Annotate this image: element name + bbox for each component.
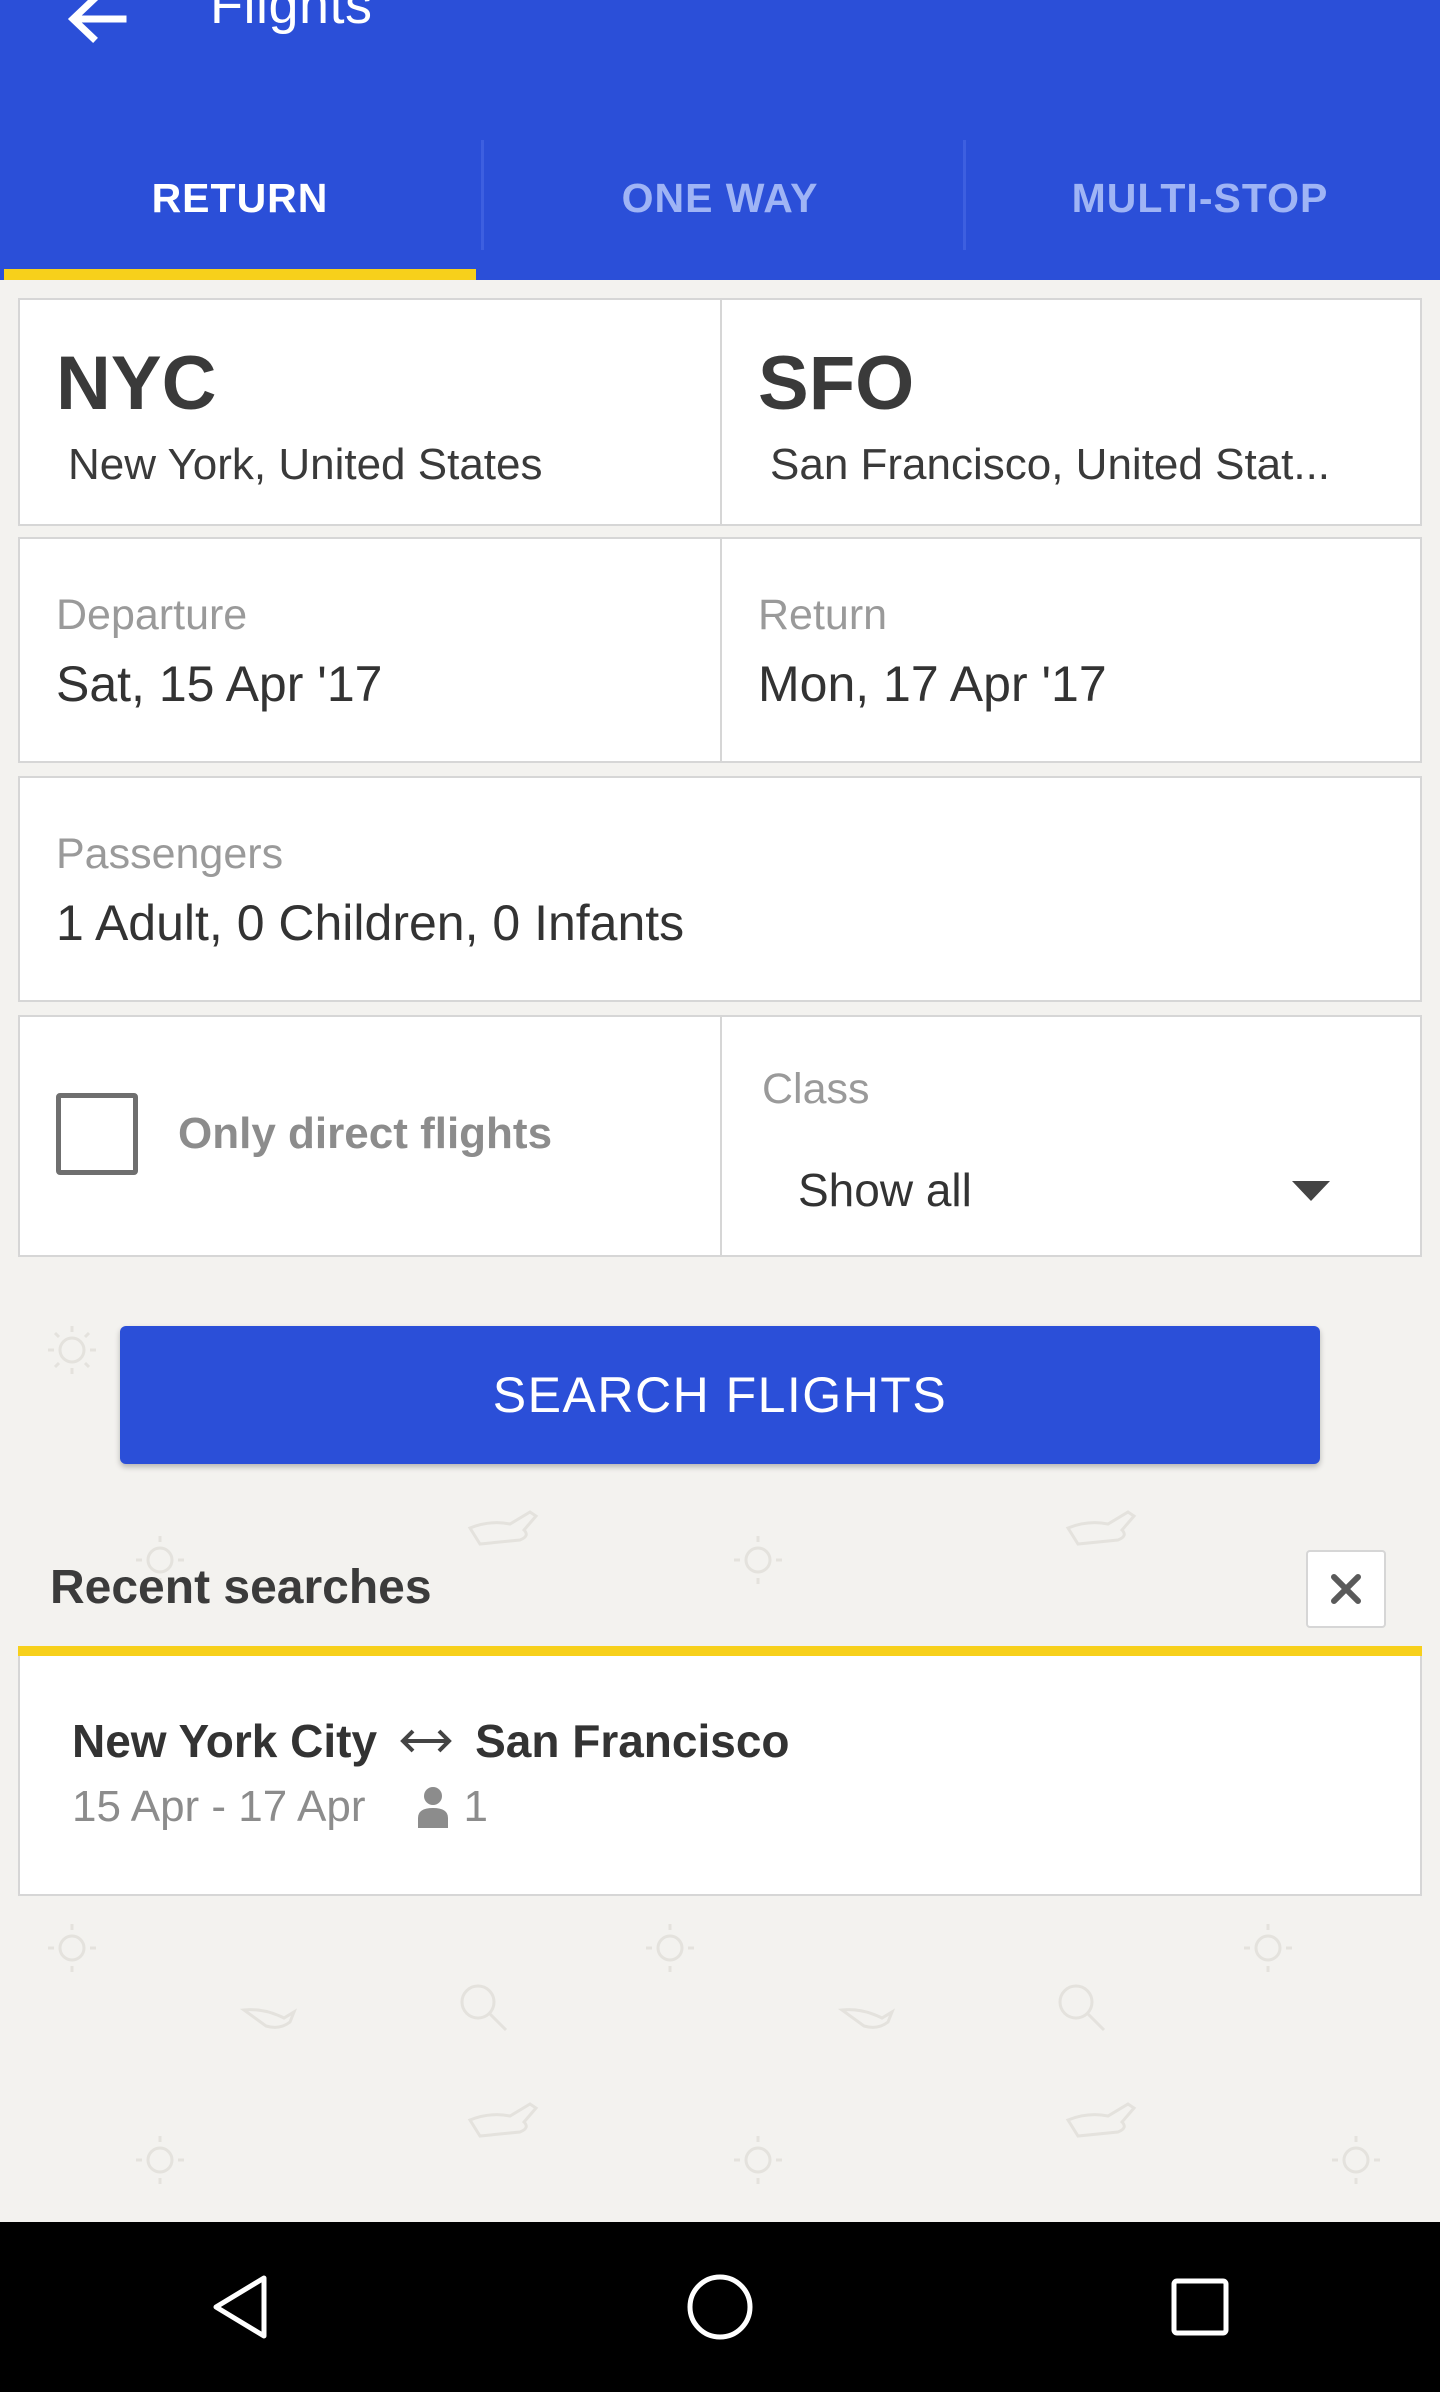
arrow-left-icon xyxy=(67,0,127,43)
plane-icon xyxy=(467,2102,539,2138)
plane-icon xyxy=(837,2008,896,2029)
options-card: Only direct flights Class Show all xyxy=(18,1015,1422,1257)
direct-flights-label: Only direct flights xyxy=(178,1109,553,1158)
page-title: Flights xyxy=(210,0,373,35)
recent-meta: 15 Apr - 17 Apr 1 xyxy=(72,1782,488,1832)
destination-code: SFO xyxy=(758,341,915,426)
trip-type-tabs: RETURN ONE WAY MULTI-STOP xyxy=(0,140,1440,280)
tab-divider xyxy=(963,140,966,250)
destination-city: San Francisco, United Stat... xyxy=(770,440,1331,489)
class-label: Class xyxy=(762,1065,870,1113)
plane-icon xyxy=(1065,2102,1137,2138)
tab-divider xyxy=(481,140,484,250)
sun-icon xyxy=(646,1924,694,1972)
departure-label: Departure xyxy=(56,591,248,639)
sun-icon xyxy=(136,2136,184,2184)
close-icon xyxy=(1331,1574,1361,1604)
magnifier-icon xyxy=(1058,1984,1106,2032)
tab-return[interactable]: RETURN xyxy=(0,140,480,280)
triangle-back-icon xyxy=(213,2275,267,2339)
system-nav-bar xyxy=(0,2222,1440,2392)
tab-multi-stop[interactable]: MULTI-STOP xyxy=(960,140,1440,280)
recent-from: New York City xyxy=(72,1715,378,1767)
sun-icon xyxy=(48,1924,96,1972)
recent-route: New York City San Francisco xyxy=(72,1714,790,1768)
plane-icon xyxy=(239,2008,298,2029)
system-recents-button[interactable] xyxy=(960,2222,1440,2392)
app-header: Flights RETURN ONE WAY MULTI-STOP xyxy=(0,0,1440,280)
recent-passengers: 1 xyxy=(463,1782,489,1831)
sun-icon xyxy=(48,1326,96,1374)
dropdown-arrow-icon xyxy=(1292,1181,1330,1201)
plane-icon xyxy=(1065,1510,1137,1546)
passengers-selector[interactable]: Passengers 1 Adult, 0 Children, 0 Infant… xyxy=(18,776,1422,1002)
sun-icon xyxy=(1332,2136,1380,2184)
passengers-label: Passengers xyxy=(56,830,284,878)
sun-icon xyxy=(1244,1924,1292,1972)
return-value: Mon, 17 Apr '17 xyxy=(758,656,1107,712)
recent-accent-bar xyxy=(18,1646,1422,1656)
sun-icon xyxy=(734,2136,782,2184)
departure-value: Sat, 15 Apr '17 xyxy=(56,656,383,712)
back-button[interactable] xyxy=(56,0,136,54)
departure-date-selector[interactable]: Departure Sat, 15 Apr '17 xyxy=(20,539,720,761)
class-value: Show all xyxy=(798,1164,972,1216)
magnifier-icon xyxy=(460,1984,508,2032)
recent-dates: 15 Apr - 17 Apr xyxy=(72,1782,366,1831)
tab-one-way[interactable]: ONE WAY xyxy=(480,140,960,280)
recent-search-item[interactable]: New York City San Francisco 15 Apr - 17 … xyxy=(18,1656,1422,1896)
destination-selector[interactable]: SFO San Francisco, United Stat... xyxy=(722,300,1420,524)
system-home-button[interactable] xyxy=(480,2222,960,2392)
passengers-value: 1 Adult, 0 Children, 0 Infants xyxy=(56,895,685,951)
class-selector[interactable]: Class Show all xyxy=(722,1017,1420,1255)
return-date-selector[interactable]: Return Mon, 17 Apr '17 xyxy=(722,539,1420,761)
recent-to: San Francisco xyxy=(475,1715,790,1767)
return-label: Return xyxy=(758,591,888,639)
origin-code: NYC xyxy=(56,341,217,426)
sun-icon xyxy=(734,1536,782,1584)
direct-flights-checkbox[interactable] xyxy=(56,1093,138,1175)
clear-recent-button[interactable] xyxy=(1306,1550,1386,1628)
search-flights-button[interactable]: SEARCH FLIGHTS xyxy=(120,1326,1320,1464)
swap-arrows-icon xyxy=(399,1727,453,1755)
route-card: NYC New York, United States SFO San Fran… xyxy=(18,298,1422,526)
origin-city: New York, United States xyxy=(68,440,543,489)
plane-icon xyxy=(467,1510,539,1546)
circle-home-icon xyxy=(687,2274,753,2340)
dates-card: Departure Sat, 15 Apr '17 Return Mon, 17… xyxy=(18,537,1422,763)
person-icon xyxy=(416,1786,450,1828)
origin-selector[interactable]: NYC New York, United States xyxy=(20,300,720,524)
direct-flights-toggle[interactable]: Only direct flights xyxy=(20,1017,720,1255)
square-recents-icon xyxy=(1171,2278,1229,2336)
recent-searches-title: Recent searches xyxy=(50,1561,432,1614)
system-back-button[interactable] xyxy=(0,2222,480,2392)
